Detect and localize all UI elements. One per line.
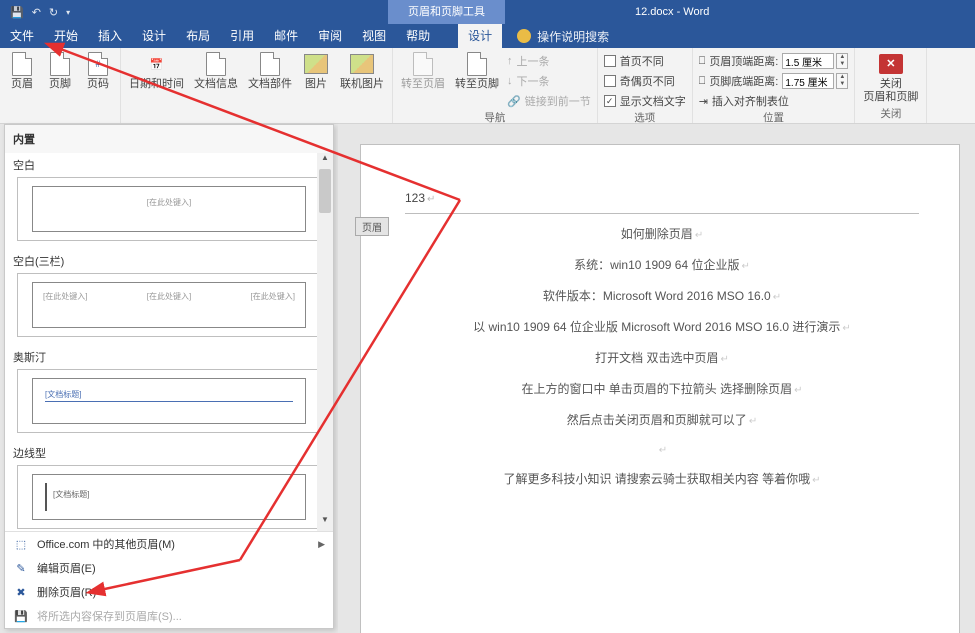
more-office-headers[interactable]: ⬚Office.com 中的其他页眉(M)▶ [5,532,333,556]
header-gallery-dropdown: 内置 空白 [在此处键入] 空白(三栏) [在此处键入][在此处键入][在此处键… [4,124,334,629]
pictures-button[interactable]: 图片 [298,50,334,93]
footer-bottom-input[interactable] [782,73,834,89]
document-title: 12.docx - Word [635,0,709,24]
online-picture-icon [350,54,374,74]
body-line: 然后点击关闭页眉和页脚就可以了 [405,411,919,428]
goto-footer-button[interactable]: 转至页脚 [451,50,503,93]
header-zone[interactable]: 123 [405,189,919,214]
body-line [405,442,919,456]
gallery-item-austin[interactable]: 奥斯汀 [文档标题] [5,345,333,441]
insert-align-tab[interactable]: ⇥插入对齐制表位 [697,92,851,110]
tab-view[interactable]: 视图 [352,24,396,48]
show-doc-checkbox[interactable]: ✓显示文档文字 [602,92,688,110]
diff-first-checkbox[interactable]: 首页不同 [602,52,688,70]
tab-mailings[interactable]: 邮件 [264,24,308,48]
tab-icon: ⇥ [699,95,708,108]
footer-button[interactable]: 页脚 [42,50,78,93]
tab-help[interactable]: 帮助 [396,24,440,48]
picture-icon [304,54,328,74]
gallery-item-border[interactable]: 边线型 [文档标题] [5,441,333,531]
save-to-gallery: 💾将所选内容保存到页眉库(S)... [5,604,333,628]
body-line: 以 win10 1909 64 位企业版 Microsoft Word 2016… [405,318,919,335]
body-line: 如何删除页眉 [405,225,919,242]
diff-oddeven-checkbox[interactable]: 奇偶页不同 [602,72,688,90]
lightbulb-icon [517,29,531,43]
builtin-section: 内置 [5,125,333,153]
prev-section: ↑上一条 [505,52,593,70]
footer-bottom-distance[interactable]: ⎕页脚底端距离:▲▼ [697,72,851,90]
header-text[interactable]: 123 [405,191,435,205]
ruler-icon: ⎕ [699,55,706,68]
undo-icon[interactable]: ↶ [32,6,41,19]
docinfo-button[interactable]: 文档信息 [190,50,242,93]
remove-header[interactable]: ✖删除页眉(R) [5,580,333,604]
tell-me[interactable]: 操作说明搜索 [517,28,609,45]
edit-icon: ✎ [13,562,29,575]
spinner[interactable]: ▲▼ [836,73,848,89]
chevron-right-icon: ▶ [318,539,325,550]
header-top-input[interactable] [782,53,834,69]
down-arrow-icon: ↓ [507,75,513,87]
ribbon-tabs: 文件 开始 插入 设计 布局 引用 邮件 审阅 视图 帮助 设计 操作说明搜索 [0,24,975,48]
ribbon: 页眉 页脚 #页码 📅日期和时间 文档信息 文档部件 图片 联机图片 转至页眉 … [0,48,975,124]
body-line: 软件版本：Microsoft Word 2016 MSO 16.0 [405,287,919,304]
title-bar: 💾 ↶ ↻ ▾ 页眉和页脚工具 12.docx - Word [0,0,975,24]
document-body: 如何删除页眉 系统：win10 1909 64 位企业版 软件版本：Micros… [405,225,919,501]
spinner[interactable]: ▲▼ [836,53,848,69]
header-button[interactable]: 页眉 [4,50,40,93]
redo-icon[interactable]: ↻ [49,6,58,19]
close-header-footer-button[interactable]: ✕关闭 页眉和页脚 [859,50,922,105]
datetime-button[interactable]: 📅日期和时间 [125,50,188,93]
scroll-down-icon[interactable]: ▼ [317,515,333,531]
tab-review[interactable]: 审阅 [308,24,352,48]
edit-header[interactable]: ✎编辑页眉(E) [5,556,333,580]
body-line: 在上方的窗口中 单击页眉的下拉箭头 选择删除页眉 [405,380,919,397]
calendar-icon: 📅 [143,52,171,76]
goto-header-button[interactable]: 转至页眉 [397,50,449,93]
tab-design[interactable]: 设计 [132,24,176,48]
up-arrow-icon: ↑ [507,55,513,67]
tell-me-label: 操作说明搜索 [537,28,609,45]
ruler-icon: ⎕ [699,75,706,88]
onlinepic-button[interactable]: 联机图片 [336,50,388,93]
contextual-tab-label: 页眉和页脚工具 [388,0,505,24]
body-line: 打开文档 双击选中页眉 [405,349,919,366]
pagenum-button[interactable]: #页码 [80,50,116,93]
office-icon: ⬚ [13,538,29,551]
tab-file[interactable]: 文件 [0,24,44,48]
close-icon: ✕ [879,54,903,74]
link-icon: 🔗 [507,95,521,108]
header-zone-tag: 页眉 [355,217,389,236]
remove-icon: ✖ [13,586,29,599]
scroll-up-icon[interactable]: ▲ [317,153,333,169]
tab-context-design[interactable]: 设计 [458,24,502,48]
save-icon[interactable]: 💾 [10,6,24,19]
link-previous: 🔗链接到前一节 [505,92,593,110]
tab-insert[interactable]: 插入 [88,24,132,48]
save-icon: 💾 [13,610,29,623]
tab-home[interactable]: 开始 [44,24,88,48]
tab-layout[interactable]: 布局 [176,24,220,48]
header-top-distance[interactable]: ⎕页眉顶端距离:▲▼ [697,52,851,70]
next-section: ↓下一条 [505,72,593,90]
body-line: 了解更多科技小知识 请搜索云骑士获取相关内容 等着你哦 [405,470,919,487]
gallery-item-3col[interactable]: 空白(三栏) [在此处键入][在此处键入][在此处键入] [5,249,333,345]
qat-dropdown-icon[interactable]: ▾ [66,8,70,17]
document-page[interactable]: 页眉 123 如何删除页眉 系统：win10 1909 64 位企业版 软件版本… [360,144,960,633]
quickparts-button[interactable]: 文档部件 [244,50,296,93]
tab-references[interactable]: 引用 [220,24,264,48]
gallery-scrollbar[interactable]: ▲ ▼ [317,153,333,531]
document-area: 页眉 123 如何删除页眉 系统：win10 1909 64 位企业版 软件版本… [338,124,975,633]
gallery-item-blank[interactable]: 空白 [在此处键入] [5,153,333,249]
body-line: 系统：win10 1909 64 位企业版 [405,256,919,273]
